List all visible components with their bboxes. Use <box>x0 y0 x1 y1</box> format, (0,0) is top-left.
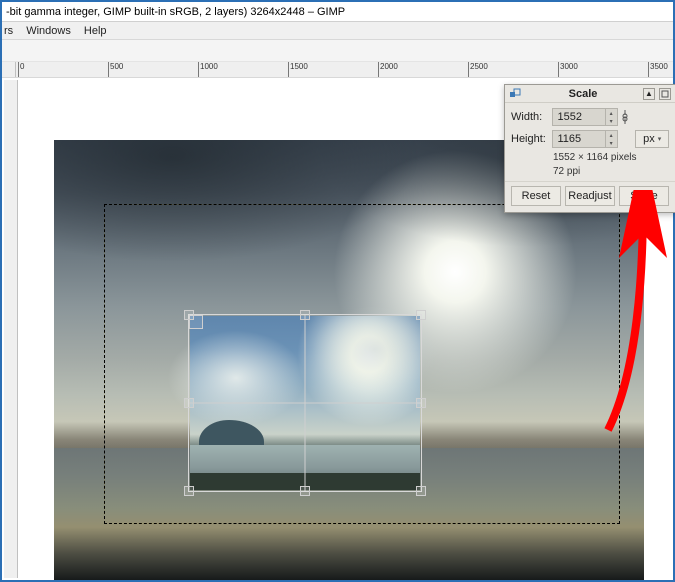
height-spin-arrows[interactable]: ▴▾ <box>605 131 617 147</box>
ruler-tick-3000: 3000 <box>560 62 578 71</box>
unit-dropdown[interactable]: px ▾ <box>635 130 669 148</box>
ruler-horizontal[interactable]: 0 500 1000 1500 2000 2500 3000 3500 <box>16 62 673 77</box>
ppi-readout: 72 ppi <box>553 165 669 178</box>
width-spin-arrows[interactable]: ▴▾ <box>605 109 617 125</box>
close-icon[interactable] <box>659 88 671 100</box>
pixel-size-readout: 1552 × 1164 pixels <box>553 151 669 164</box>
shade-up-icon[interactable]: ▲ <box>643 88 655 100</box>
scale-button[interactable]: Scale <box>619 186 669 206</box>
reset-button[interactable]: Reset <box>511 186 561 206</box>
ruler-tick-3500: 3500 <box>650 62 668 71</box>
handle-bottom-middle[interactable] <box>300 486 310 496</box>
handle-top-left[interactable] <box>184 310 194 320</box>
menu-filters-fragment[interactable]: rs <box>4 25 13 37</box>
scale-dialog-icon <box>509 88 521 100</box>
ruler-tick-1000: 1000 <box>200 62 218 71</box>
readjust-button[interactable]: Readjust <box>565 186 615 206</box>
workspace: Scale ▲ Width: ▴▾ <box>4 80 671 578</box>
handle-bottom-right[interactable] <box>416 486 426 496</box>
scale-dialog-body: Width: ▴▾ Height: <box>505 103 675 181</box>
scale-dialog[interactable]: Scale ▲ Width: ▴▾ <box>504 84 675 213</box>
menu-bar: rs Windows Help <box>2 22 673 40</box>
scale-dialog-title: Scale <box>527 88 639 100</box>
handle-bottom-left[interactable] <box>184 486 194 496</box>
width-input[interactable] <box>553 111 604 123</box>
ruler-tick-2500: 2500 <box>470 62 488 71</box>
height-spinner[interactable]: ▴▾ <box>552 130 617 148</box>
scale-dialog-titlebar[interactable]: Scale ▲ <box>505 85 675 103</box>
menu-help[interactable]: Help <box>84 25 107 37</box>
ruler-corner <box>2 62 16 77</box>
handle-top-right[interactable] <box>416 310 426 320</box>
scale-transform-box[interactable] <box>188 314 422 492</box>
ruler-tick-2000: 2000 <box>380 62 398 71</box>
unit-label: px <box>643 133 655 145</box>
width-label: Width: <box>511 111 552 123</box>
ruler-vertical[interactable] <box>4 80 18 578</box>
canvas-area[interactable]: Scale ▲ Width: ▴▾ <box>18 80 671 578</box>
ruler-tick-500: 500 <box>110 62 123 71</box>
menu-windows[interactable]: Windows <box>26 25 71 37</box>
window-title: -bit gamma integer, GIMP built-in sRGB, … <box>2 2 673 22</box>
handle-middle-right[interactable] <box>416 398 426 408</box>
app-window: -bit gamma integer, GIMP built-in sRGB, … <box>0 0 675 582</box>
height-label: Height: <box>511 133 552 145</box>
scale-dialog-buttons: Reset Readjust Scale <box>505 181 675 212</box>
chevron-down-icon: ▾ <box>658 135 662 143</box>
ruler-tick-0: 0 <box>20 62 24 71</box>
ruler-tick-1500: 1500 <box>290 62 308 71</box>
ruler-row: 0 500 1000 1500 2000 2500 3000 3500 <box>2 62 673 78</box>
width-spinner[interactable]: ▴▾ <box>552 108 617 126</box>
height-input[interactable] <box>553 133 604 145</box>
link-chain-top[interactable] <box>618 108 632 126</box>
toolbar-strip <box>2 40 673 62</box>
